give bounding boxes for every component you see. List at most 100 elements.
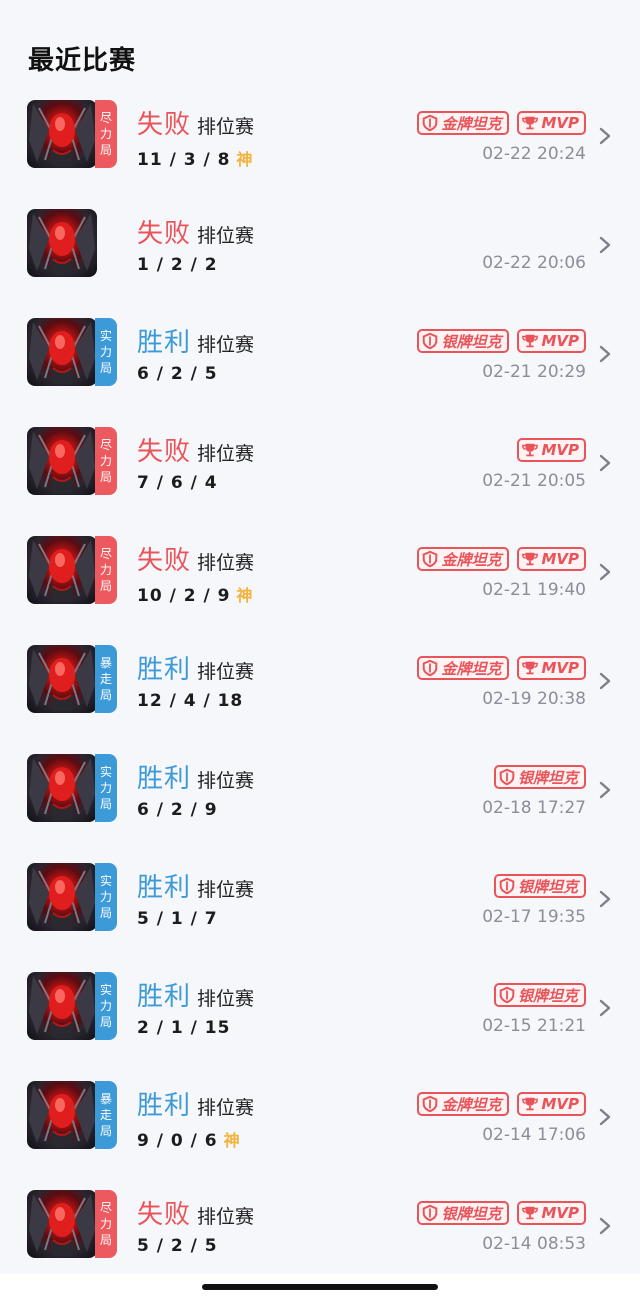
hero-avatar: 实力局 (27, 972, 117, 1042)
chevron-right-icon[interactable] (598, 671, 612, 691)
chevron-right-icon[interactable] (598, 1107, 612, 1127)
chevron-right-icon[interactable] (598, 344, 612, 364)
hero-portrait (27, 645, 97, 713)
match-type-tag-char: 实 (99, 874, 112, 888)
hero-avatar: 暴走局 (27, 1081, 117, 1151)
match-time: 02-14 08:53 (482, 1234, 586, 1254)
kda-line: 10 / 2 / 9 神 (137, 582, 253, 606)
match-type-tag-char: 局 (99, 688, 112, 702)
match-row[interactable]: 尽力局 失败 排位赛 7 / 6 / 4 MVP 02-21 20:05 (0, 427, 640, 536)
match-result: 胜利 (137, 328, 192, 358)
mvp-badge: MVP (517, 329, 586, 353)
honor-badges: 银牌坦克 MVP (417, 328, 586, 354)
hero-avatar: 尽力局 (27, 100, 117, 170)
kda-line: 2 / 1 / 15 (137, 1018, 230, 1038)
match-type-tag-char: 局 (99, 1124, 112, 1138)
match-time: 02-17 19:35 (482, 907, 586, 927)
match-type-tag-char: 局 (99, 470, 112, 484)
chevron-right-icon[interactable] (598, 998, 612, 1018)
godlike-mark: 神 (223, 1131, 241, 1150)
match-time: 02-14 17:06 (482, 1125, 586, 1145)
match-mode: 排位赛 (197, 116, 255, 138)
kda-line: 12 / 4 / 18 (137, 691, 243, 711)
honor-badges: 银牌坦克 MVP (417, 1200, 586, 1226)
match-result: 失败 (137, 437, 192, 467)
match-type-tag: 实力局 (95, 863, 117, 931)
chevron-right-icon[interactable] (598, 235, 612, 255)
honor-badges: 金牌坦克 MVP (417, 655, 586, 681)
badge-label: MVP (541, 332, 579, 350)
kda-line: 9 / 0 / 6 神 (137, 1127, 241, 1151)
match-mode: 排位赛 (197, 443, 255, 465)
match-type-tag-char: 暴 (99, 656, 112, 670)
shield-icon (499, 986, 515, 1004)
match-row[interactable]: 暴走局 胜利 排位赛 9 / 0 / 6 神 金牌坦克 MVP 02-14 17:0… (0, 1081, 640, 1190)
badge-label: MVP (541, 550, 579, 568)
match-type-tag-char: 力 (99, 127, 112, 141)
shield-icon (423, 1204, 438, 1222)
match-row[interactable]: 实力局 胜利 排位赛 6 / 2 / 5 银牌坦克 MVP 02-21 20:29 (0, 318, 640, 427)
hero-portrait (27, 209, 97, 277)
match-type-tag-char: 实 (99, 983, 112, 997)
chevron-right-icon[interactable] (598, 889, 612, 909)
match-result: 胜利 (137, 1091, 192, 1121)
tank-badge: 金牌坦克 (417, 656, 510, 680)
match-result: 胜利 (137, 655, 192, 685)
match-type-tag-char: 局 (99, 1233, 112, 1247)
kda-value: 7 / 6 / 4 (137, 473, 218, 493)
chevron-right-icon[interactable] (598, 453, 612, 473)
match-row[interactable]: 实力局 胜利 排位赛 5 / 1 / 7 银牌坦克 02-17 19:35 (0, 863, 640, 972)
shield-icon (423, 1095, 438, 1113)
match-type-tag-char: 尽 (99, 1201, 112, 1215)
match-result: 失败 (137, 546, 192, 576)
home-indicator[interactable] (202, 1284, 438, 1290)
kda-line: 5 / 2 / 5 (137, 1236, 218, 1256)
hero-armor-art (29, 431, 95, 493)
match-type-tag-char: 局 (99, 361, 112, 375)
match-type-tag-char: 力 (99, 999, 112, 1013)
chevron-right-icon[interactable] (598, 562, 612, 582)
match-type-tag-char: 尽 (99, 438, 112, 452)
kda-value: 12 / 4 / 18 (137, 691, 244, 711)
chevron-right-icon[interactable] (598, 126, 612, 146)
chevron-right-icon[interactable] (598, 780, 612, 800)
hero-armor-art (29, 540, 95, 602)
kda-value: 5 / 1 / 7 (137, 909, 218, 929)
trophy-icon (522, 1097, 539, 1111)
kda-line: 1 / 2 / 2 (137, 255, 218, 275)
match-time: 02-21 20:05 (482, 471, 586, 491)
match-type-tag-char: 力 (99, 454, 112, 468)
shield-icon (423, 332, 438, 350)
hero-armor-art (29, 758, 95, 820)
match-result: 胜利 (137, 764, 192, 794)
match-row[interactable]: 实力局 胜利 排位赛 6 / 2 / 9 银牌坦克 02-18 17:27 (0, 754, 640, 863)
match-row[interactable]: 暴走局 胜利 排位赛 12 / 4 / 18 金牌坦克 MVP 02-19 20:… (0, 645, 640, 754)
hero-avatar: 实力局 (27, 754, 117, 824)
mvp-badge: MVP (517, 1201, 586, 1225)
match-mode: 排位赛 (197, 1097, 255, 1119)
badge-label: 银牌坦克 (517, 877, 578, 896)
match-row[interactable]: 失败 排位赛 1 / 2 / 2 02-22 20:06 (0, 209, 640, 318)
match-type-tag: 实力局 (95, 972, 117, 1040)
hero-armor-art (29, 649, 95, 711)
match-row[interactable]: 尽力局 失败 排位赛 10 / 2 / 9 神 金牌坦克 MVP 02-21 19:… (0, 536, 640, 645)
kda-line: 6 / 2 / 9 (137, 800, 218, 820)
match-type-tag-char: 局 (99, 797, 112, 811)
match-mode: 排位赛 (197, 334, 255, 356)
badge-label: 银牌坦克 (517, 768, 578, 787)
hero-armor-art (29, 104, 95, 166)
mvp-badge: MVP (517, 656, 586, 680)
honor-badges: 金牌坦克 MVP (417, 546, 586, 572)
match-list: 尽力局 失败 排位赛 11 / 3 / 8神 金牌坦克 MVP 02-22 20:… (0, 100, 640, 1299)
hero-armor-art (29, 1085, 95, 1147)
match-type-tag-char: 力 (99, 563, 112, 577)
chevron-right-icon[interactable] (598, 1216, 612, 1236)
match-type-tag-char: 局 (99, 906, 112, 920)
match-row[interactable]: 尽力局 失败 排位赛 11 / 3 / 8 神 金牌坦克 MVP 02-22 20:… (0, 100, 640, 209)
match-time: 02-22 20:06 (482, 253, 586, 273)
hero-portrait (27, 754, 97, 822)
match-type-tag-char: 走 (99, 672, 112, 686)
match-row[interactable]: 实力局 胜利 排位赛 2 / 1 / 15 银牌坦克 02-15 21:21 (0, 972, 640, 1081)
badge-label: 银牌坦克 (517, 986, 578, 1005)
hero-armor-art (29, 322, 95, 384)
